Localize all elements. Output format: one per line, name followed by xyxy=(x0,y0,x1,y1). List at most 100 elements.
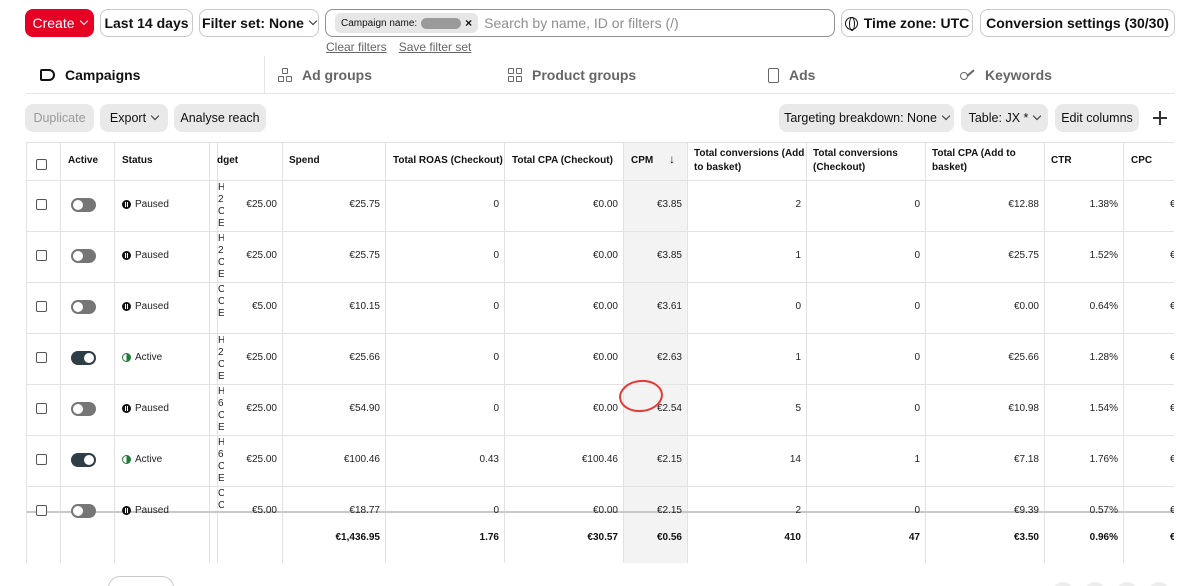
campaign-name-fragment[interactable]: C xyxy=(218,284,224,295)
duplicate-button[interactable]: Duplicate xyxy=(25,104,94,132)
nav-dot[interactable] xyxy=(1084,582,1106,586)
cell-conv-add: 0 xyxy=(795,301,801,312)
tab-label: Ads xyxy=(789,67,816,83)
nav-dot[interactable] xyxy=(1052,582,1074,586)
header-conversions-checkout[interactable]: Total conversions xyxy=(813,147,898,161)
paused-status-icon xyxy=(122,200,131,209)
tab-label: Keywords xyxy=(985,67,1052,83)
campaign-name-filter-chip[interactable]: Campaign name: × xyxy=(335,13,479,33)
row-checkbox[interactable] xyxy=(36,454,47,465)
tab-label: Ad groups xyxy=(302,67,372,83)
column-divider xyxy=(60,143,61,563)
header-conversions-add-to-basket[interactable]: Total conversions (Add xyxy=(694,147,804,161)
active-toggle[interactable] xyxy=(71,300,96,314)
sort-descending-icon[interactable]: ↓ xyxy=(669,152,675,166)
cell-cpc: € xyxy=(1170,403,1174,414)
campaign-name-fragment[interactable]: E xyxy=(218,473,224,484)
status-text: Paused xyxy=(135,505,169,516)
table-preset-dropdown[interactable]: Table: JX * xyxy=(961,104,1048,132)
campaign-name-fragment[interactable]: E xyxy=(218,422,224,433)
row-checkbox[interactable] xyxy=(36,505,47,516)
active-toggle[interactable] xyxy=(71,198,96,212)
column-divider xyxy=(687,143,688,563)
header-ctr[interactable]: CTR xyxy=(1051,154,1072,168)
campaign-name-fragment[interactable]: E xyxy=(218,218,224,229)
cell-roas: 0 xyxy=(493,505,499,516)
filter-set-dropdown[interactable]: Filter set: None xyxy=(199,9,319,37)
tab-campaigns[interactable]: Campaigns xyxy=(40,56,140,94)
campaign-name-fragment[interactable]: H xyxy=(218,233,224,244)
campaign-name-fragment[interactable]: E xyxy=(218,371,224,382)
cell-conv-chk: 0 xyxy=(914,250,920,261)
cell-ctr: 1.28% xyxy=(1089,352,1118,363)
row-checkbox[interactable] xyxy=(36,199,47,210)
header-cpc[interactable]: CPC xyxy=(1131,154,1152,168)
status-text: Active xyxy=(135,352,163,363)
cell-conv-chk: 1 xyxy=(914,454,920,465)
search-input[interactable]: Search by name, ID or filters (/) xyxy=(484,15,679,31)
row-checkbox[interactable] xyxy=(36,301,47,312)
create-button[interactable]: Create xyxy=(25,9,94,37)
targeting-breakdown-dropdown[interactable]: Targeting breakdown: None xyxy=(779,104,954,132)
cell-cpc: € xyxy=(1170,301,1174,312)
header-conversions-checkout-line2[interactable]: (Checkout) xyxy=(813,161,865,175)
tab-ads[interactable]: Ads xyxy=(768,56,815,94)
total-conv-chk: 47 xyxy=(908,532,920,543)
nav-dot[interactable] xyxy=(1116,582,1138,586)
tab-ad-groups[interactable]: Ad groups xyxy=(278,56,372,94)
cell-cpm: €2.15 xyxy=(656,505,682,516)
header-budget[interactable]: dget xyxy=(217,154,238,168)
row-checkbox[interactable] xyxy=(36,250,47,261)
pagination-control[interactable] xyxy=(108,576,174,586)
header-cpa-add-to-basket-line2[interactable]: basket) xyxy=(932,161,967,175)
header-spend[interactable]: Spend xyxy=(289,154,320,168)
analyse-reach-button[interactable]: Analyse reach xyxy=(174,104,266,132)
row-checkbox[interactable] xyxy=(36,352,47,363)
campaign-name-fragment[interactable]: H xyxy=(218,182,224,193)
conversion-settings-label: Conversion settings (30/30) xyxy=(986,15,1169,31)
select-all-checkbox[interactable] xyxy=(36,159,47,170)
tab-keywords[interactable]: Keywords xyxy=(960,56,1052,94)
active-toggle[interactable] xyxy=(71,249,96,263)
header-conversions-add-to-basket-line2[interactable]: to basket) xyxy=(694,161,741,175)
campaign-name-fragment[interactable]: C xyxy=(218,488,224,499)
campaign-name-fragment[interactable]: H xyxy=(218,437,224,448)
close-icon[interactable]: × xyxy=(465,16,472,30)
campaign-name-fragment[interactable]: H xyxy=(218,335,224,346)
clear-filters-link[interactable]: Clear filters xyxy=(326,40,387,54)
cell-spend: €54.90 xyxy=(349,403,380,414)
export-button[interactable]: Export xyxy=(100,104,168,132)
cell-conv-add: 1 xyxy=(795,352,801,363)
campaign-name-fragment[interactable]: H xyxy=(218,386,224,397)
add-icon[interactable] xyxy=(1152,110,1168,126)
header-cpa-checkout[interactable]: Total CPA (Checkout) xyxy=(512,154,613,168)
row-checkbox[interactable] xyxy=(36,403,47,414)
cell-conv-chk: 0 xyxy=(914,403,920,414)
header-active[interactable]: Active xyxy=(68,154,98,168)
cell-cpm: €2.15 xyxy=(656,454,682,465)
save-filter-set-link[interactable]: Save filter set xyxy=(399,40,472,54)
header-status[interactable]: Status xyxy=(122,154,153,168)
nav-dot[interactable] xyxy=(1148,582,1170,586)
top-bar: Create Last 14 days Filter set: None Cam… xyxy=(0,0,1200,56)
cell-conv-chk: 0 xyxy=(914,505,920,516)
header-cpa-add-to-basket[interactable]: Total CPA (Add to xyxy=(932,147,1016,161)
search-bar[interactable]: Campaign name: × Search by name, ID or f… xyxy=(325,9,835,37)
active-toggle[interactable] xyxy=(71,402,96,416)
active-toggle[interactable] xyxy=(71,504,96,518)
campaign-name-fragment[interactable]: E xyxy=(218,269,224,280)
header-roas-checkout[interactable]: Total ROAS (Checkout) xyxy=(393,154,503,168)
date-range-button[interactable]: Last 14 days xyxy=(100,9,193,37)
conversion-settings-button[interactable]: Conversion settings (30/30) xyxy=(980,9,1175,37)
timezone-label: Time zone: UTC xyxy=(863,15,970,31)
entity-tabs: Campaigns Ad groups Product groups Ads K… xyxy=(26,56,1175,94)
tab-label: Product groups xyxy=(532,67,637,83)
edit-columns-button[interactable]: Edit columns xyxy=(1055,104,1139,132)
timezone-button[interactable]: Time zone: UTC xyxy=(841,9,973,37)
active-toggle[interactable] xyxy=(71,453,96,467)
header-cpm[interactable]: CPM xyxy=(631,154,653,168)
filter-links: Clear filters Save filter set xyxy=(326,40,471,54)
tab-product-groups[interactable]: Product groups xyxy=(508,56,636,94)
active-toggle[interactable] xyxy=(71,351,96,365)
cell-budget: €25.00 xyxy=(246,199,277,210)
